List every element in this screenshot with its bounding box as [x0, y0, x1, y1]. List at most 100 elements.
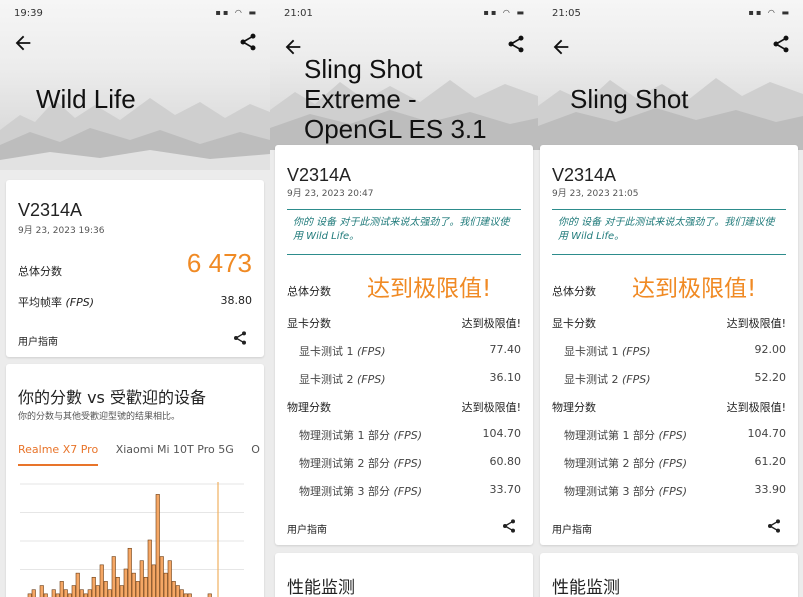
histogram-bar [171, 581, 176, 597]
histogram-bar [131, 572, 136, 597]
graphics-score-row: 显卡分数 达到极限值! [552, 317, 786, 330]
test-title: Wild Life [36, 84, 136, 114]
hero-banner: 21:05 ▪▪ ◠ ▬ Sling Shot [538, 0, 803, 150]
histogram-bar [179, 589, 184, 597]
share-icon[interactable] [506, 34, 526, 54]
avg-fps-row: 平均帧率 (FPS) 38.80 [18, 294, 252, 309]
performance-monitor-card: 性能监测 [540, 553, 798, 597]
histogram-bar [39, 585, 44, 597]
tab-more[interactable]: O [251, 443, 260, 464]
share-result-icon[interactable] [501, 518, 517, 534]
status-icons: ▪▪ ◠ ▬ [483, 8, 526, 17]
histogram-bar [135, 581, 140, 597]
device-too-powerful-notice: 你的 设备 对于此测试来说太强劲了。我们建议使用 Wild Life。 [552, 209, 786, 255]
overall-score-value: 6 473 [186, 248, 252, 278]
user-guide-link[interactable]: 用户指南 [18, 333, 58, 348]
tab-realme-x7-pro[interactable]: Realme X7 Pro [18, 443, 99, 466]
physics-score-row: 物理分数 达到极限值! [552, 401, 786, 414]
status-icons: ▪▪ ◠ ▬ [748, 8, 791, 17]
physics-test-1-row: 物理测试第 1 部分 (FPS) 104.70 [299, 427, 521, 442]
physics-score-row: 物理分数 达到极限值! [287, 401, 521, 414]
histogram-bar [71, 585, 76, 597]
overall-limit-value: 达到极限值! [367, 276, 492, 302]
graphics-test-1-row: 显卡测试 1 (FPS) 92.00 [564, 343, 786, 358]
histogram-bar [159, 556, 164, 597]
histogram-bar [163, 572, 168, 597]
histogram-bar [103, 581, 108, 597]
comparison-card: 你的分數 vs 受歡迎的设备 你的分数与其他受歡迎型號的结果相比。 Realme… [6, 364, 264, 597]
histogram-bar [51, 589, 56, 597]
result-card: V2314A 9月 23, 2023 21:05 你的 设备 对于此测试来说太强… [540, 145, 798, 545]
score-distribution-chart [20, 482, 244, 597]
status-time: 21:05 [552, 8, 581, 19]
histogram-bar [59, 581, 64, 597]
performance-monitor-title: 性能监测 [287, 578, 355, 597]
physics-test-2-row: 物理测试第 2 部分 (FPS) 61.20 [564, 455, 786, 470]
test-title: Sling Shot [570, 84, 689, 114]
histogram-bar [31, 589, 36, 597]
histogram-bar [75, 572, 80, 597]
histogram-bar [99, 564, 104, 597]
device-name: V2314A [287, 165, 352, 185]
histogram-bar [175, 585, 180, 597]
tab-xiaomi-mi-10t-pro[interactable]: Xiaomi Mi 10T Pro 5G [116, 443, 234, 464]
histogram-bar [119, 585, 124, 597]
histogram-bar [63, 589, 68, 597]
share-result-icon[interactable] [232, 330, 248, 346]
physics-test-3-row: 物理测试第 3 部分 (FPS) 33.90 [564, 483, 786, 498]
result-date: 9月 23, 2023 19:36 [18, 226, 105, 236]
physics-test-3-row: 物理测试第 3 部分 (FPS) 33.70 [299, 483, 521, 498]
graphics-score-row: 显卡分数 达到极限值! [287, 317, 521, 330]
histogram-bar [95, 585, 100, 597]
status-time: 21:01 [284, 8, 313, 19]
overall-limit-value: 达到极限值! [632, 276, 757, 302]
test-title: Sling Shot Extreme - OpenGL ES 3.1 [304, 54, 487, 144]
histogram-bar [167, 560, 172, 597]
device-name: V2314A [552, 165, 617, 185]
histogram-bar [147, 539, 152, 597]
device-too-powerful-notice: 你的 设备 对于此测试来说太强劲了。我们建议使用 Wild Life。 [287, 209, 521, 255]
histogram-bar [79, 589, 84, 597]
graphics-test-1-row: 显卡测试 1 (FPS) 77.40 [299, 343, 521, 358]
device-name: V2314A [18, 200, 83, 220]
hero-banner: 21:01 ▪▪ ◠ ▬ Sling Shot Extreme - OpenGL… [270, 0, 538, 150]
back-arrow-icon[interactable] [282, 36, 304, 58]
histogram-bar [143, 576, 148, 597]
status-icons: ▪▪ ◠ ▬ [215, 8, 258, 17]
histogram-bar [123, 568, 128, 597]
share-result-icon[interactable] [766, 518, 782, 534]
graphics-test-2-row: 显卡测试 2 (FPS) 36.10 [299, 371, 521, 386]
panel-sling-shot: 21:05 ▪▪ ◠ ▬ Sling Shot V2314A 9月 23, 20… [538, 0, 803, 597]
physics-test-2-row: 物理测试第 2 部分 (FPS) 60.80 [299, 455, 521, 470]
panel-wild-life: 19:39 ▪▪ ◠ ▬ Wild Life V2314A 9月 23, 202… [0, 0, 270, 597]
result-card: V2314A 9月 23, 2023 20:47 你的 设备 对于此测试来说太强… [275, 145, 533, 545]
histogram-bar [91, 576, 96, 597]
back-arrow-icon[interactable] [550, 36, 572, 58]
histogram-bar [87, 589, 92, 597]
status-bar: 21:05 ▪▪ ◠ ▬ [538, 0, 803, 26]
comparison-subtitle: 你的分数与其他受歡迎型號的结果相比。 [18, 412, 181, 422]
back-arrow-icon[interactable] [12, 32, 34, 54]
terrain-illustration [0, 98, 270, 170]
histogram-bar [127, 547, 132, 597]
result-date: 9月 23, 2023 20:47 [287, 189, 374, 199]
histogram-bar [139, 560, 144, 597]
status-bar: 21:01 ▪▪ ◠ ▬ [270, 0, 538, 26]
graphics-test-2-row: 显卡测试 2 (FPS) 52.20 [564, 371, 786, 386]
user-guide-link[interactable]: 用户指南 [552, 521, 592, 536]
user-guide-link[interactable]: 用户指南 [287, 521, 327, 536]
comparison-title: 你的分數 vs 受歡迎的设备 [18, 388, 206, 407]
physics-test-1-row: 物理测试第 1 部分 (FPS) 104.70 [564, 427, 786, 442]
status-time: 19:39 [14, 8, 43, 19]
histogram-bar [155, 494, 160, 597]
histogram-bar [107, 589, 112, 597]
status-bar: 19:39 ▪▪ ◠ ▬ [0, 0, 270, 26]
share-icon[interactable] [238, 32, 258, 52]
histogram-bar [111, 556, 116, 597]
share-icon[interactable] [771, 34, 791, 54]
histogram-bar [115, 576, 120, 597]
result-date: 9月 23, 2023 21:05 [552, 189, 639, 199]
device-tabs: Realme X7 Pro Xiaomi Mi 10T Pro 5G O [18, 443, 270, 466]
performance-monitor-title: 性能监测 [552, 578, 620, 597]
hero-banner: 19:39 ▪▪ ◠ ▬ Wild Life [0, 0, 270, 170]
